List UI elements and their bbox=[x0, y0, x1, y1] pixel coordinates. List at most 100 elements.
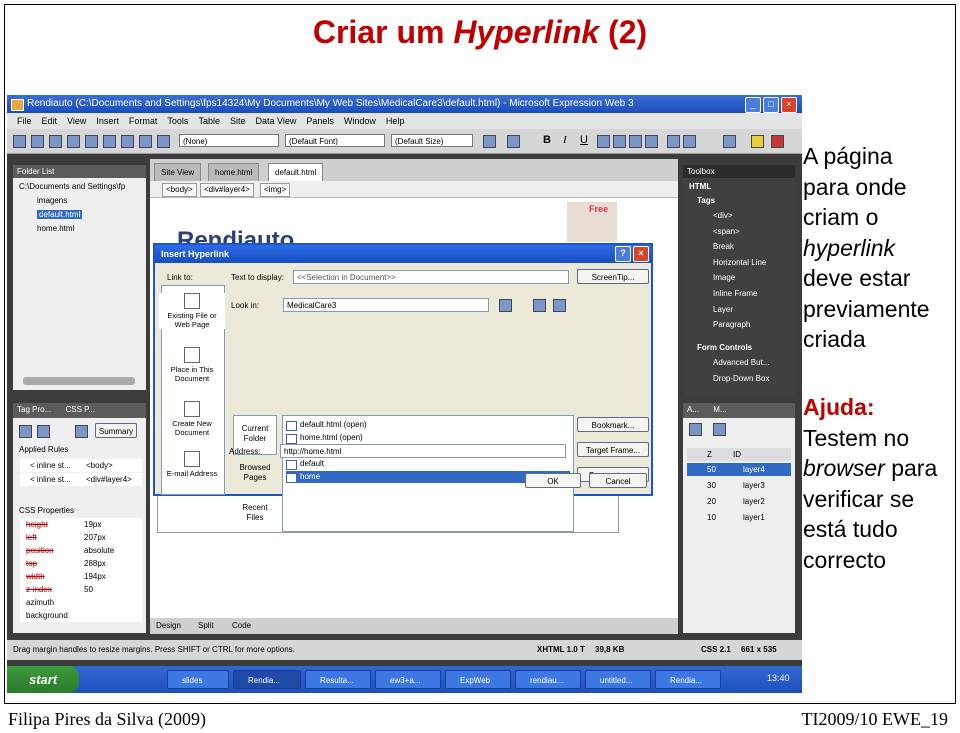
open-icon[interactable] bbox=[31, 135, 44, 148]
start-button[interactable]: start bbox=[7, 666, 79, 693]
tab-m[interactable]: M... bbox=[713, 405, 726, 414]
section-tags[interactable]: Tags bbox=[697, 196, 715, 205]
list-item[interactable]: default.html (open) bbox=[286, 419, 570, 431]
applied-rule-row[interactable]: < inline st... <div#layer4> bbox=[20, 473, 142, 486]
align-center-icon[interactable] bbox=[613, 135, 626, 148]
minimize-button[interactable]: _ bbox=[745, 97, 761, 113]
menu-insert[interactable]: Insert bbox=[96, 113, 119, 129]
menu-file[interactable]: File bbox=[17, 113, 32, 129]
list-item[interactable]: default bbox=[286, 458, 570, 470]
section-html[interactable]: HTML bbox=[689, 182, 711, 191]
status-css[interactable]: CSS 2.1 bbox=[701, 645, 731, 654]
task-untitled[interactable]: untitled... bbox=[585, 670, 651, 689]
folder-root[interactable]: C:\Documents and Settings\fp bbox=[19, 182, 125, 191]
tab-tag-properties[interactable]: Tag Pro... bbox=[17, 405, 51, 414]
css-property-row[interactable]: z-index 50 bbox=[20, 583, 142, 596]
help-button[interactable]: ? bbox=[615, 246, 631, 262]
look-in-select[interactable]: MedicalCare3 bbox=[283, 298, 489, 312]
border-icon[interactable] bbox=[723, 135, 736, 148]
insert-layer-icon[interactable] bbox=[689, 423, 702, 436]
save-icon[interactable] bbox=[49, 135, 62, 148]
target-frame-button[interactable]: Target Frame... bbox=[577, 442, 649, 457]
tool-advanced-button[interactable]: Advanced But... bbox=[713, 358, 769, 367]
menu-edit[interactable]: Edit bbox=[42, 113, 58, 129]
numbering-icon[interactable] bbox=[667, 135, 680, 148]
maximize-button[interactable]: □ bbox=[763, 97, 779, 113]
folder-imagens[interactable]: imagens bbox=[37, 196, 67, 205]
tab-home-html[interactable]: home.html bbox=[208, 163, 260, 182]
task-rendiauto[interactable]: Rendia... bbox=[233, 670, 301, 689]
highlight-icon[interactable] bbox=[751, 135, 764, 148]
tool-inline-frame[interactable]: Inline Frame bbox=[713, 289, 757, 298]
size-select[interactable]: (Default Size) bbox=[391, 134, 473, 147]
task-resultados[interactable]: Resulta... bbox=[305, 670, 371, 689]
new-icon[interactable] bbox=[13, 135, 26, 148]
tool-span[interactable]: <span> bbox=[713, 227, 740, 236]
layer-row[interactable]: 50 layer4 bbox=[687, 463, 791, 476]
align-right-icon[interactable] bbox=[629, 135, 642, 148]
link-place-in-document[interactable]: Place in This Document bbox=[159, 347, 225, 383]
address-input[interactable]: http://home.html bbox=[280, 444, 566, 458]
tool-dropdown-box[interactable]: Drop-Down Box bbox=[713, 374, 769, 383]
tool-layer[interactable]: Layer bbox=[713, 305, 733, 314]
close-button[interactable]: × bbox=[781, 97, 797, 113]
list-item[interactable]: home.html (open) bbox=[286, 432, 570, 444]
menu-format[interactable]: Format bbox=[129, 113, 158, 129]
tab-css-properties[interactable]: CSS P... bbox=[65, 405, 95, 414]
tool-image[interactable]: Image bbox=[713, 273, 735, 282]
status-dimensions[interactable]: 661 x 535 bbox=[741, 645, 777, 654]
nav-recent-files[interactable]: Recent Files bbox=[233, 503, 277, 529]
preview-icon[interactable] bbox=[67, 135, 80, 148]
text-display-input[interactable]: <<Selection in Document>> bbox=[293, 270, 569, 284]
tool-break[interactable]: Break bbox=[713, 242, 734, 251]
cut-icon[interactable] bbox=[157, 135, 170, 148]
categorize-icon[interactable] bbox=[19, 425, 32, 438]
tool-div[interactable]: <div> bbox=[713, 211, 733, 220]
link-create-new[interactable]: Create New Document bbox=[159, 401, 225, 437]
status-doctype[interactable]: XHTML 1.0 T bbox=[537, 645, 585, 654]
css-property-row[interactable]: azimuth bbox=[20, 596, 142, 609]
redo-icon[interactable] bbox=[507, 135, 520, 148]
layer-row[interactable]: 20 layer2 bbox=[687, 495, 791, 508]
browse-file-icon[interactable] bbox=[553, 299, 566, 312]
css-property-row[interactable]: position absolute bbox=[20, 544, 142, 557]
tool-paragraph[interactable]: Paragraph bbox=[713, 320, 750, 329]
file-default[interactable]: default.html bbox=[37, 210, 83, 219]
style-select[interactable]: (None) bbox=[179, 134, 279, 147]
menu-table[interactable]: Table bbox=[198, 113, 220, 129]
draw-layer-icon[interactable] bbox=[713, 423, 726, 436]
nav-browsed-pages[interactable]: Browsed Pages bbox=[233, 463, 277, 493]
sp-icon[interactable] bbox=[121, 135, 134, 148]
layer-row[interactable]: 30 layer3 bbox=[687, 479, 791, 492]
bullets-icon[interactable] bbox=[683, 135, 696, 148]
applied-rule-row[interactable]: < inline st... <body> bbox=[20, 459, 142, 472]
menu-data-view[interactable]: Data View bbox=[255, 113, 296, 129]
css-property-row[interactable]: width 194px bbox=[20, 570, 142, 583]
justify-icon[interactable] bbox=[645, 135, 658, 148]
print-icon[interactable] bbox=[85, 135, 98, 148]
folder-scrollbar[interactable] bbox=[23, 377, 135, 385]
align-left-icon[interactable] bbox=[597, 135, 610, 148]
crumb-body[interactable]: <body> bbox=[162, 183, 197, 197]
task-ew3[interactable]: ew3+a... bbox=[375, 670, 441, 689]
browse-web-icon[interactable] bbox=[533, 299, 546, 312]
font-select[interactable]: (Default Font) bbox=[285, 134, 385, 147]
link-existing-file[interactable]: Existing File or Web Page bbox=[159, 293, 225, 329]
bookmark-button[interactable]: Bookmark... bbox=[577, 417, 649, 432]
ok-button[interactable]: OK bbox=[525, 473, 581, 488]
task-rendiau[interactable]: rendiau... bbox=[515, 670, 581, 689]
menu-panels[interactable]: Panels bbox=[306, 113, 334, 129]
cancel-button[interactable]: Cancel bbox=[589, 473, 647, 488]
italic-button[interactable]: I bbox=[563, 134, 567, 146]
task-rendia2[interactable]: Rendia... bbox=[655, 670, 721, 689]
link-email[interactable]: E-mail Address bbox=[159, 451, 225, 478]
publish-icon[interactable] bbox=[103, 135, 116, 148]
view-split[interactable]: Split bbox=[198, 621, 214, 630]
section-form-controls[interactable]: Form Controls bbox=[697, 343, 752, 352]
tab-default-html[interactable]: default.html bbox=[268, 163, 324, 182]
css-property-row[interactable]: height 19px bbox=[20, 518, 142, 531]
css-property-row[interactable]: top 288px bbox=[20, 557, 142, 570]
screentip-button[interactable]: ScreenTip... bbox=[577, 269, 649, 284]
menu-site[interactable]: Site bbox=[230, 113, 246, 129]
file-home[interactable]: home.html bbox=[37, 224, 74, 233]
